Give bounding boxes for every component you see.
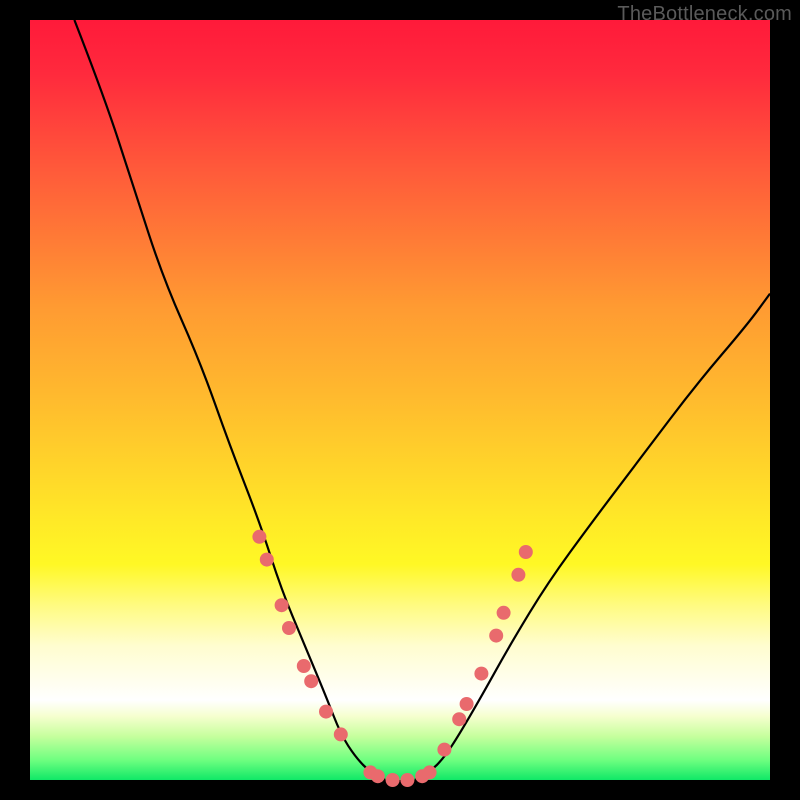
- marker-dot: [474, 667, 488, 681]
- marker-dot: [282, 621, 296, 635]
- marker-dot: [334, 727, 348, 741]
- marker-dot: [275, 598, 289, 612]
- marker-dot: [511, 568, 525, 582]
- marker-dot: [297, 659, 311, 673]
- marker-dot: [423, 765, 437, 779]
- marker-dot: [519, 545, 533, 559]
- marker-dot: [452, 712, 466, 726]
- marker-dot: [437, 743, 451, 757]
- marker-dot: [400, 773, 414, 787]
- marker-dot: [260, 553, 274, 567]
- marker-dot: [304, 674, 318, 688]
- marker-dot: [371, 769, 385, 783]
- curve-overlay: [30, 20, 770, 780]
- marker-dot: [386, 773, 400, 787]
- marker-dot: [252, 530, 266, 544]
- marker-dot: [460, 697, 474, 711]
- marker-dot: [319, 705, 333, 719]
- marker-dot: [497, 606, 511, 620]
- marker-group: [252, 530, 532, 787]
- marker-dot: [489, 629, 503, 643]
- left-curve: [74, 20, 385, 780]
